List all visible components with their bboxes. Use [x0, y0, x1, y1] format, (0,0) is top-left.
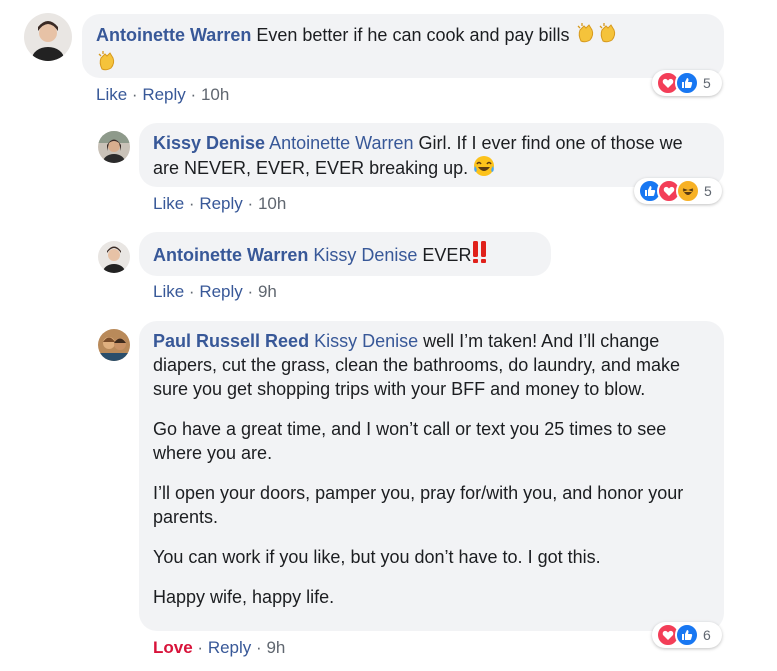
comment-actions: Like · Reply · 10h [153, 194, 286, 214]
clapping-hands-icon [575, 22, 597, 50]
haha-icon [676, 179, 700, 203]
separator: · [247, 194, 254, 213]
comment-paragraph: Go have a great time, and I won’t call o… [153, 419, 667, 463]
clapping-hands-icon [597, 22, 619, 50]
avatar[interactable] [98, 131, 130, 163]
avatar[interactable] [98, 241, 130, 273]
like-icon [675, 71, 699, 95]
reply-link[interactable]: Reply [142, 85, 185, 104]
timestamp[interactable]: 9h [266, 638, 285, 657]
clapping-hands-icon [96, 50, 118, 78]
comment-bubble: Kissy Denise Antoinette Warren Girl. If … [139, 123, 724, 187]
mention-link[interactable]: Antoinette Warren [269, 133, 413, 153]
love-link[interactable]: Love [153, 638, 193, 657]
reaction-count: 5 [704, 183, 712, 199]
comment-paragraph: Paul Russell Reed Kissy Denise well I’m … [153, 329, 710, 401]
separator: · [190, 85, 197, 104]
comment-paragraph: You can work if you like, but you don’t … [153, 547, 601, 567]
reply-link[interactable]: Reply [208, 638, 251, 657]
separator: · [256, 638, 262, 657]
double-exclamation-icon [471, 240, 489, 270]
comment-author[interactable]: Paul Russell Reed [153, 331, 309, 351]
mention-link[interactable]: Kissy Denise [313, 245, 417, 265]
separator: · [131, 85, 138, 104]
comment-paragraph: Happy wife, happy life. [153, 587, 335, 607]
mention-link[interactable]: Kissy Denise [314, 331, 418, 351]
comment-author[interactable]: Antoinette Warren [96, 25, 251, 45]
separator: · [247, 282, 254, 301]
timestamp[interactable]: 10h [258, 194, 286, 213]
like-link[interactable]: Like [153, 282, 184, 301]
reaction-summary[interactable]: 6 [652, 622, 722, 648]
reply-link[interactable]: Reply [199, 194, 242, 213]
comment-text: EVER [422, 245, 472, 265]
separator: · [188, 194, 195, 213]
reaction-count: 5 [703, 75, 711, 91]
comment-bubble: Antoinette Warren Kissy Denise EVER [139, 232, 551, 276]
comment-text: Even better if he can cook and pay bills [256, 25, 570, 45]
comment-actions: Like · Reply · 10h [96, 85, 229, 105]
comment-author[interactable]: Kissy Denise [153, 133, 265, 153]
comment-bubble: Paul Russell Reed Kissy Denise well I’m … [139, 321, 724, 631]
like-link[interactable]: Like [96, 85, 127, 104]
timestamp[interactable]: 10h [201, 85, 229, 104]
avatar[interactable] [98, 329, 130, 361]
comment-bubble: Antoinette Warren Even better if he can … [82, 14, 724, 78]
like-link[interactable]: Like [153, 194, 184, 213]
like-icon [675, 623, 699, 647]
comment-actions: Like · Reply · 9h [153, 282, 277, 302]
separator: · [188, 282, 195, 301]
separator: · [197, 638, 204, 657]
comment-actions: Love · Reply · 9h [153, 638, 285, 658]
comment-paragraph: I’ll open your doors, pamper you, pray f… [153, 483, 684, 527]
reaction-summary[interactable]: 5 [634, 178, 722, 204]
avatar[interactable] [24, 13, 72, 61]
reply-link[interactable]: Reply [199, 282, 242, 301]
reaction-count: 6 [703, 627, 711, 643]
comment-author[interactable]: Antoinette Warren [153, 245, 308, 265]
tears-of-joy-icon [473, 155, 495, 183]
timestamp[interactable]: 9h [258, 282, 277, 301]
reaction-summary[interactable]: 5 [652, 70, 722, 96]
